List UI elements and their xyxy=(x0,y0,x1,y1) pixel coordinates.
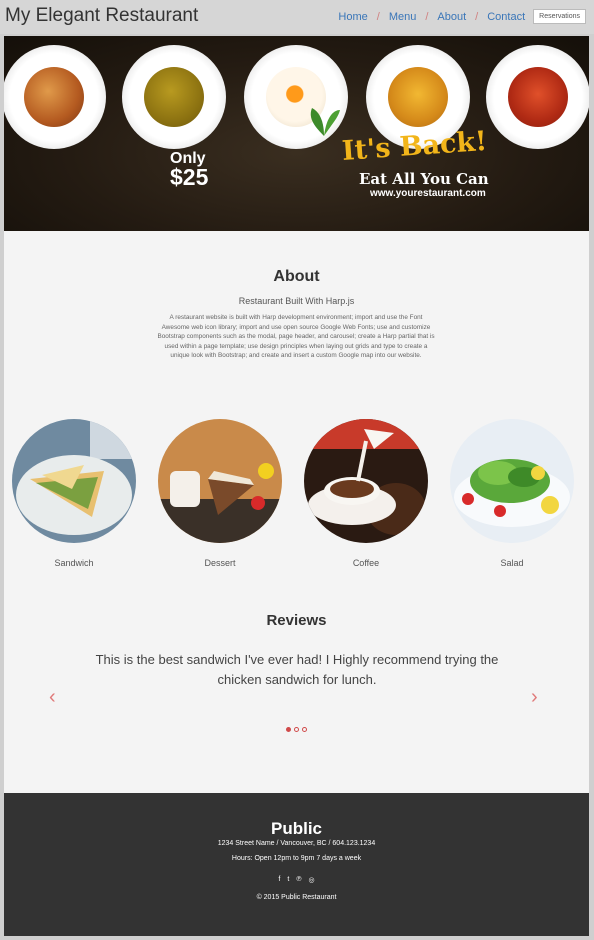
about-subtitle: Restaurant Built With Harp.js xyxy=(238,296,355,306)
footer: Public 1234 Street Name / Vancouver, BC … xyxy=(4,793,589,936)
carousel-next-chevron-icon[interactable]: › xyxy=(531,686,538,709)
twitter-icon[interactable]: t xyxy=(287,876,289,884)
promo-price: $25 xyxy=(170,164,209,190)
hero-banner: Only $25 It's Back! Eat All You Can www.… xyxy=(4,36,589,231)
pinterest-icon[interactable]: ℗ xyxy=(296,876,301,884)
carousel-prev-chevron-icon[interactable]: ‹ xyxy=(49,686,56,709)
promo-headline: It's Back! xyxy=(340,125,489,167)
navbar: My Elegant Restaurant Home / Menu / Abou… xyxy=(0,0,594,34)
menu-item-label: Salad xyxy=(500,558,524,568)
facebook-icon[interactable]: f xyxy=(278,876,280,884)
instagram-icon[interactable]: ◎ xyxy=(308,876,314,884)
footer-copyright: © 2015 Public Restaurant xyxy=(256,894,337,901)
about-body: A restaurant website is built with Harp … xyxy=(157,314,435,360)
footer-restaurant-name: Public xyxy=(270,819,322,838)
nav-link-contact[interactable]: Contact xyxy=(487,11,525,23)
carousel-indicators xyxy=(286,727,307,732)
footer-address: 1234 Street Name / Vancouver, BC / 604.1… xyxy=(217,840,376,847)
nav-separator: / xyxy=(475,10,479,23)
menu-item-label: Dessert xyxy=(204,558,236,568)
review-quote: This is the best sandwich I've ever had!… xyxy=(95,652,499,687)
nav-separator: / xyxy=(425,10,429,23)
about-heading: About xyxy=(273,268,320,285)
menu-item-label: Coffee xyxy=(352,558,380,568)
salad-image[interactable] xyxy=(450,419,574,543)
carousel-dot[interactable] xyxy=(294,727,299,732)
promo-url: www.yourestaurant.com xyxy=(370,188,486,199)
brand-title[interactable]: My Elegant Restaurant xyxy=(5,5,198,27)
basil-leaf-image xyxy=(310,108,340,136)
nav-links: Home / Menu / About / Contact Reservatio… xyxy=(338,9,586,24)
nav-link-home[interactable]: Home xyxy=(338,11,367,23)
carousel-dot[interactable] xyxy=(302,727,307,732)
social-links: f t ℗ ◎ xyxy=(4,876,589,884)
coffee-image[interactable] xyxy=(304,419,428,543)
footer-hours: Hours: Open 12pm to 9pm 7 days a week xyxy=(231,855,362,862)
carousel-dot[interactable] xyxy=(286,727,291,732)
page-content: Only $25 It's Back! Eat All You Can www.… xyxy=(4,36,589,936)
promo-tagline: Eat All You Can xyxy=(359,170,489,188)
tomato-soup-plate-image xyxy=(486,45,589,149)
reviews-heading: Reviews xyxy=(266,612,327,629)
nav-link-about[interactable]: About xyxy=(437,11,466,23)
nav-link-menu[interactable]: Menu xyxy=(389,11,417,23)
nav-separator: / xyxy=(376,10,380,23)
soup-plate-image xyxy=(122,45,226,149)
dessert-image[interactable] xyxy=(158,419,282,543)
menu-item-label: Sandwich xyxy=(54,558,94,568)
croissant-plate-image xyxy=(4,45,106,149)
sandwich-image[interactable] xyxy=(12,419,136,543)
reservations-button[interactable]: Reservations xyxy=(533,9,586,24)
